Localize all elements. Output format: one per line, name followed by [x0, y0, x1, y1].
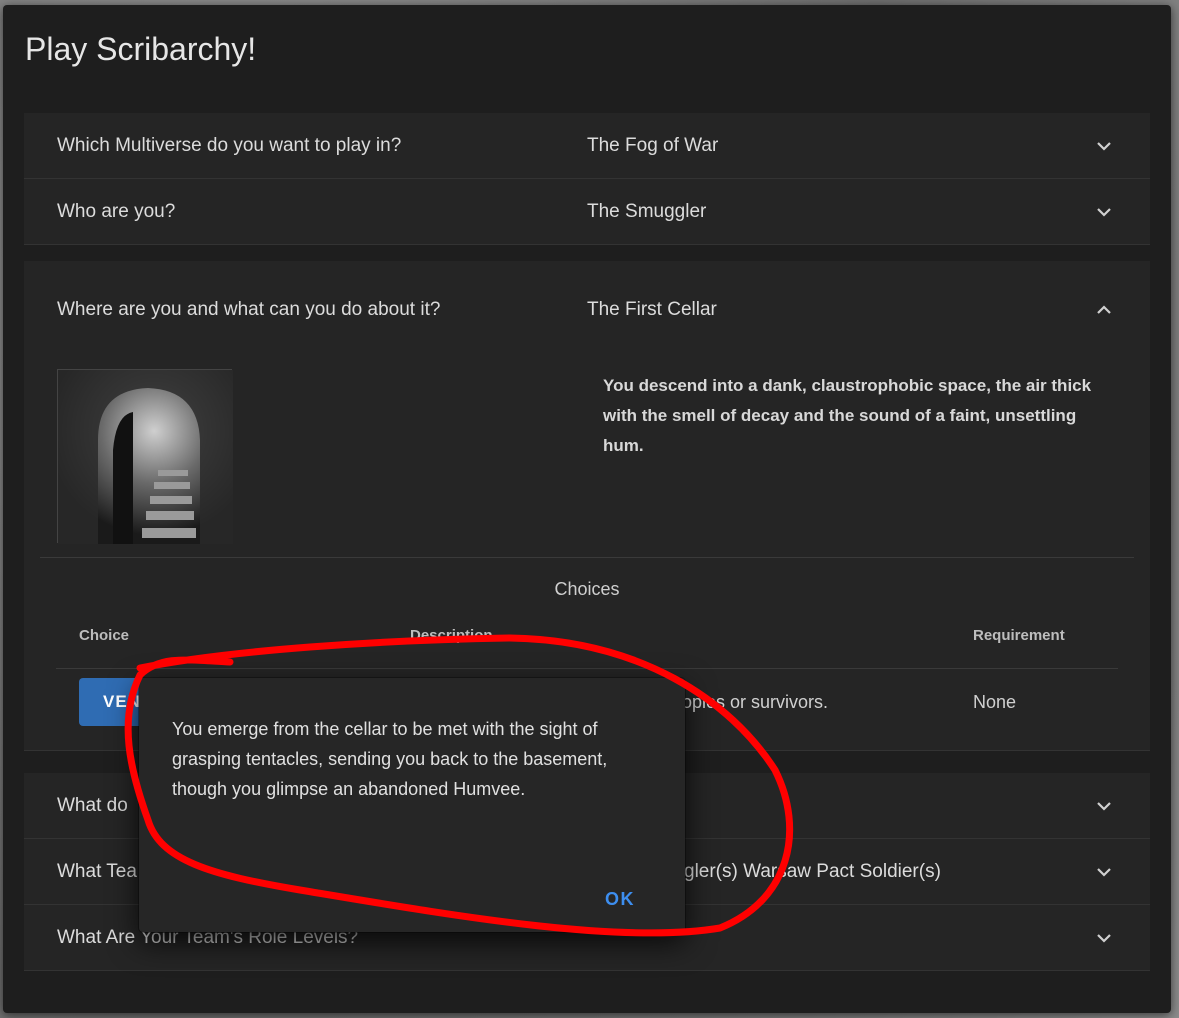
panel-character[interactable]: Who are you? The Smuggler	[24, 179, 1150, 245]
dialog-message: You emerge from the cellar to be met wit…	[172, 719, 608, 799]
chevron-down-icon[interactable]	[1096, 930, 1112, 946]
chevron-down-icon[interactable]	[1096, 864, 1112, 880]
divider	[40, 557, 1134, 558]
panel-question[interactable]: Where are you and what can you do about …	[57, 299, 440, 321]
ok-button[interactable]: OK	[605, 889, 635, 910]
panel-question: What do	[57, 795, 128, 816]
panel-answer: The Fog of War	[587, 135, 719, 156]
header-description: Description	[410, 627, 493, 644]
chevron-up-icon[interactable]	[1096, 302, 1112, 318]
chevron-down-icon[interactable]	[1096, 138, 1112, 154]
result-dialog: You emerge from the cellar to be met wit…	[139, 678, 685, 932]
table-divider	[56, 668, 1118, 669]
choice-requirement: None	[973, 692, 1017, 712]
chevron-down-icon[interactable]	[1096, 204, 1112, 220]
panel-answer: The First Cellar	[587, 299, 717, 320]
cellar-image	[57, 369, 233, 544]
page-title: Play Scribarchy!	[25, 31, 257, 67]
panel-question: Which Multiverse do you want to play in?	[57, 135, 402, 156]
choice-description: ...opies or survivors.	[667, 692, 829, 712]
header-requirement: Requirement	[973, 627, 1065, 644]
panel-question: Who are you?	[57, 201, 176, 222]
panel-question: What Tea	[57, 861, 137, 882]
panel-answer: gler(s) Warsaw Pact Soldier(s)	[684, 861, 941, 882]
choices-title: Choices	[554, 579, 620, 599]
header-choice: Choice	[79, 627, 130, 644]
location-description: You descend into a dank, claustrophobic …	[603, 376, 1092, 455]
panel-answer: The Smuggler	[587, 201, 707, 222]
chevron-down-icon[interactable]	[1096, 798, 1112, 814]
panel-multiverse[interactable]: Which Multiverse do you want to play in?…	[24, 113, 1150, 179]
